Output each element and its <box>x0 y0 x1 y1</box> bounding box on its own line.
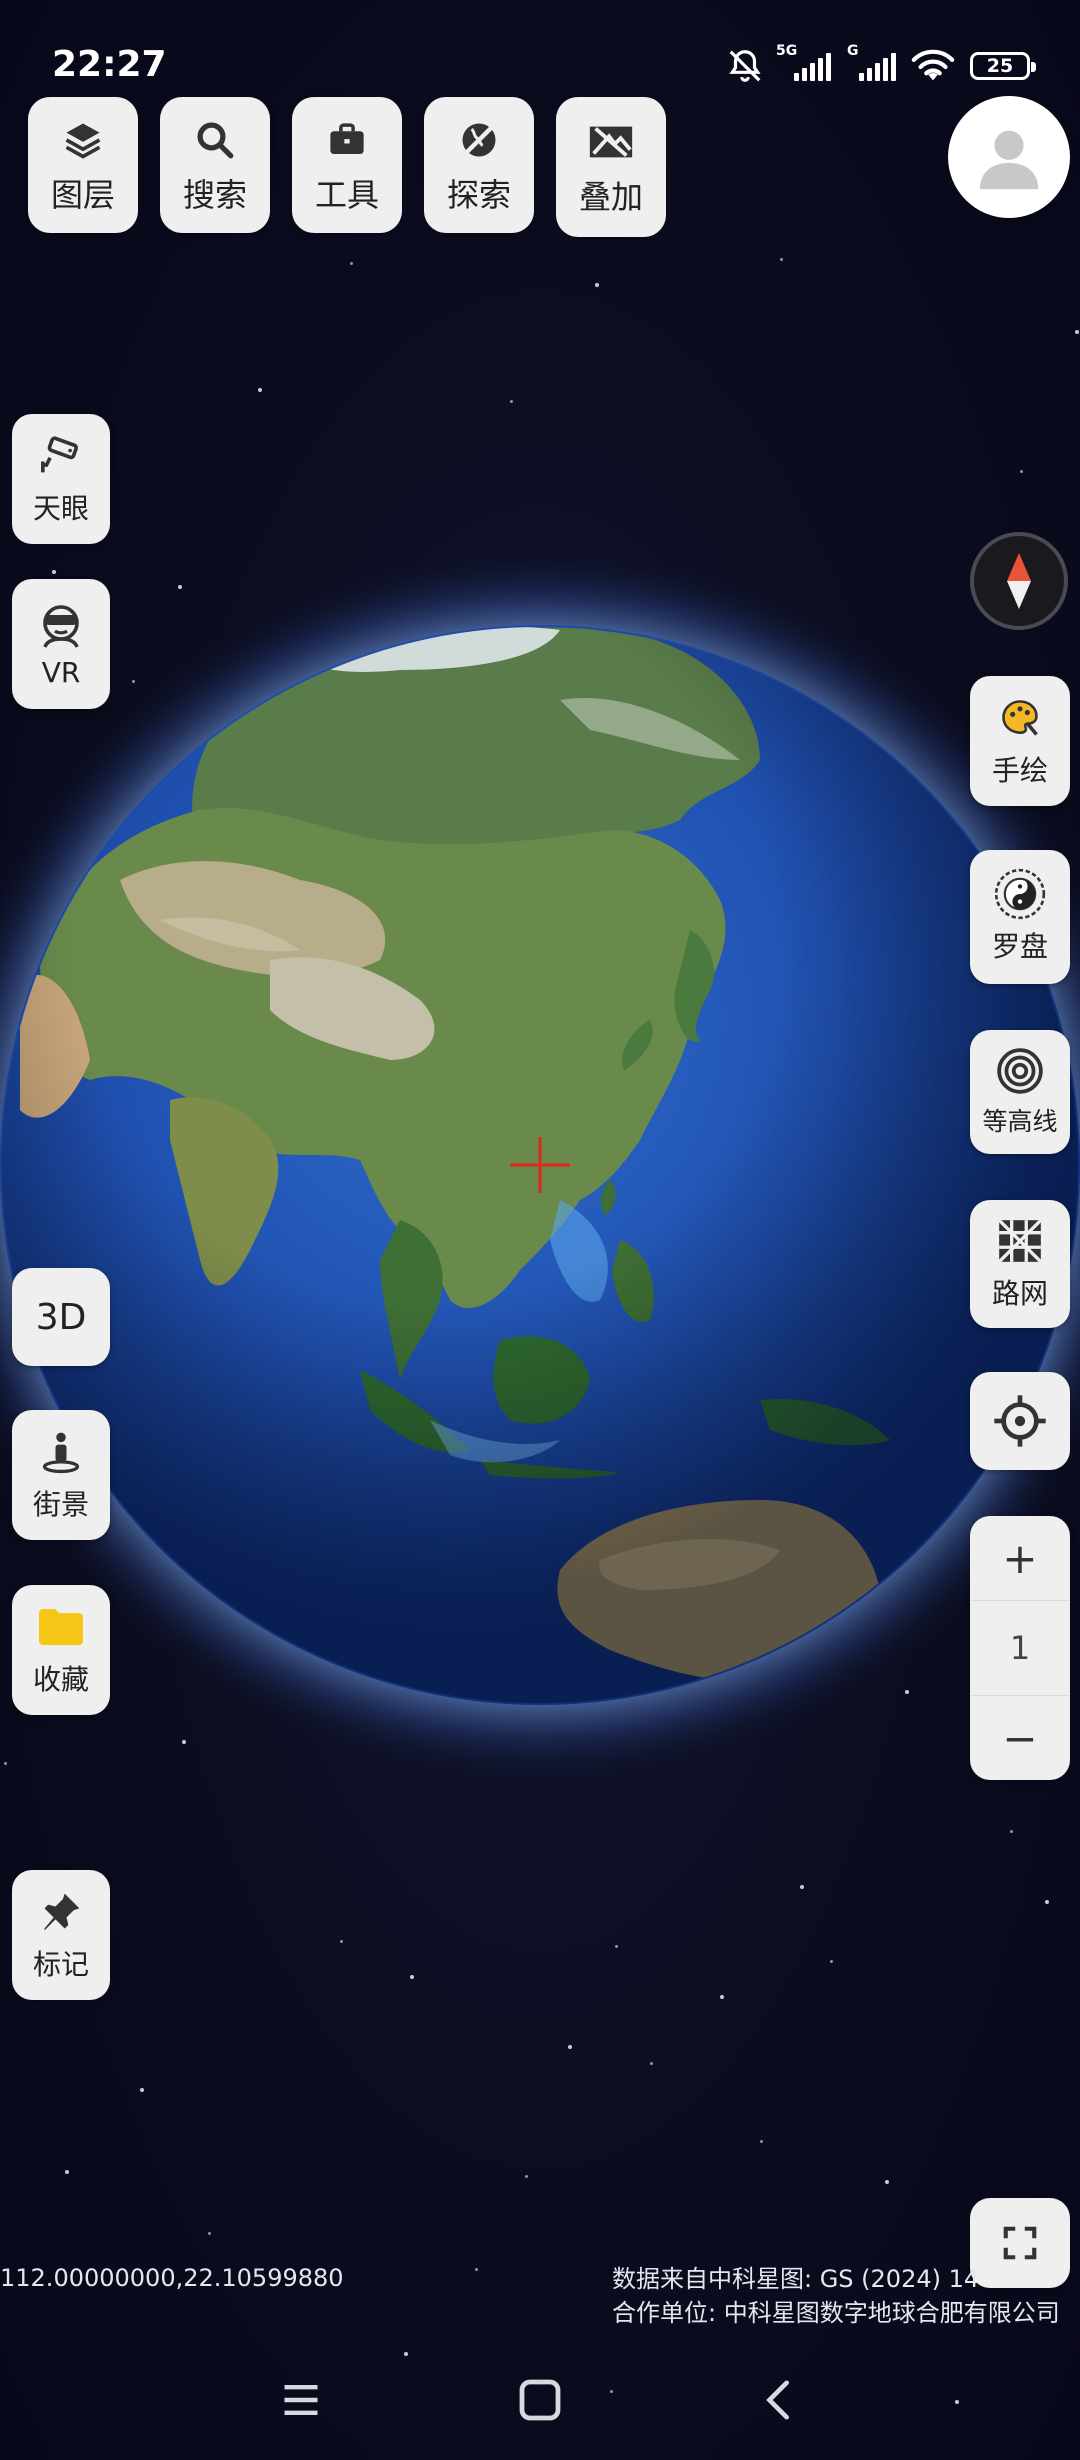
coordinates-readout: 112.00000000,22.10599880 <box>0 2264 344 2292</box>
mode-3d-button[interactable]: 3D <box>12 1268 110 1366</box>
layers-label: 图层 <box>50 176 115 214</box>
palette-icon <box>997 693 1043 743</box>
overlay-label: 叠加 <box>578 178 643 216</box>
contour-label: 等高线 <box>982 1107 1058 1136</box>
zoom-out-button[interactable]: − <box>970 1696 1070 1780</box>
compass-button[interactable] <box>970 532 1068 630</box>
data-credit: 数据来自中科星图: GS (2024) 14 合作单位: 中科星图数字地球合肥有… <box>612 2262 1080 2330</box>
battery-indicator: 25 <box>970 52 1036 80</box>
mode-3d-label: 3D <box>35 1296 87 1338</box>
street-view-label: 街景 <box>32 1488 89 1521</box>
tools-label: 工具 <box>314 176 379 214</box>
explore-label: 探索 <box>446 176 511 214</box>
credit-line-1: 数据来自中科星图: GS (2024) 14 <box>612 2265 980 2293</box>
status-icons: 5G G 25 <box>726 43 1036 88</box>
locate-button[interactable] <box>970 1372 1070 1470</box>
layers-button[interactable]: 图层 <box>28 97 138 233</box>
status-time: 22:27 <box>52 44 167 85</box>
contour-button[interactable]: 等高线 <box>970 1030 1070 1154</box>
home-icon[interactable] <box>516 2376 564 2424</box>
compass-needle-icon <box>1007 553 1031 609</box>
favorites-button[interactable]: 收藏 <box>12 1585 110 1715</box>
locate-icon <box>994 1395 1046 1447</box>
network-label-1: 5G <box>776 43 798 59</box>
vr-label: VR <box>41 655 81 689</box>
bell-muted-icon <box>729 50 761 82</box>
battery-level: 25 <box>986 55 1014 77</box>
cell-signal-1-icon: 5G <box>776 43 831 81</box>
grid-icon <box>995 1216 1045 1266</box>
network-label-2: G <box>847 43 859 59</box>
bagua-icon <box>994 868 1046 920</box>
camera-icon <box>39 431 83 481</box>
hand-draw-label: 手绘 <box>991 754 1048 787</box>
vr-button[interactable]: VR <box>12 579 110 709</box>
street-view-button[interactable]: 街景 <box>12 1410 110 1540</box>
search-label: 搜索 <box>182 176 247 214</box>
app-screen: 22:27 5G G 25 图层 搜索 工具 探索 叠加 天眼 VR 3D 街景… <box>0 0 1080 2460</box>
search-icon <box>194 114 236 166</box>
globe-slash-icon <box>457 114 501 166</box>
briefcase-icon <box>326 114 368 166</box>
explore-button[interactable]: 探索 <box>424 97 534 233</box>
sky-eye-label: 天眼 <box>32 492 89 525</box>
tools-button[interactable]: 工具 <box>292 97 402 233</box>
back-icon[interactable] <box>756 2376 802 2424</box>
system-nav-bar <box>0 2340 1080 2460</box>
fullscreen-icon <box>1003 2226 1037 2260</box>
favorites-label: 收藏 <box>32 1663 89 1696</box>
user-icon <box>979 130 1039 190</box>
user-avatar-button[interactable] <box>948 96 1070 218</box>
earth-globe[interactable] <box>0 0 1080 2460</box>
overlay-icon <box>586 116 636 168</box>
zoom-control: + 1 − <box>970 1516 1070 1780</box>
hand-draw-button[interactable]: 手绘 <box>970 676 1070 806</box>
contour-icon <box>995 1046 1045 1096</box>
luopan-label: 罗盘 <box>991 930 1048 963</box>
search-button[interactable]: 搜索 <box>160 97 270 233</box>
zoom-in-button[interactable]: + <box>970 1516 1070 1600</box>
sky-eye-button[interactable]: 天眼 <box>12 414 110 544</box>
folder-icon <box>37 1602 85 1652</box>
marker-button[interactable]: 标记 <box>12 1870 110 2000</box>
menu-icon[interactable] <box>278 2378 324 2422</box>
wifi-icon <box>911 49 955 81</box>
pin-icon <box>39 1887 83 1937</box>
cell-signal-2-icon: G <box>847 43 896 81</box>
pegman-icon <box>39 1427 83 1477</box>
overlay-button[interactable]: 叠加 <box>556 97 666 237</box>
layers-icon <box>61 114 105 166</box>
road-net-button[interactable]: 路网 <box>970 1200 1070 1328</box>
credit-line-2: 合作单位: 中科星图数字地球合肥有限公司 <box>612 2299 1060 2327</box>
zoom-level: 1 <box>970 1600 1070 1696</box>
road-net-label: 路网 <box>991 1277 1048 1310</box>
luopan-button[interactable]: 罗盘 <box>970 850 1070 984</box>
marker-label: 标记 <box>32 1948 89 1981</box>
vr-headset-icon <box>37 600 85 650</box>
